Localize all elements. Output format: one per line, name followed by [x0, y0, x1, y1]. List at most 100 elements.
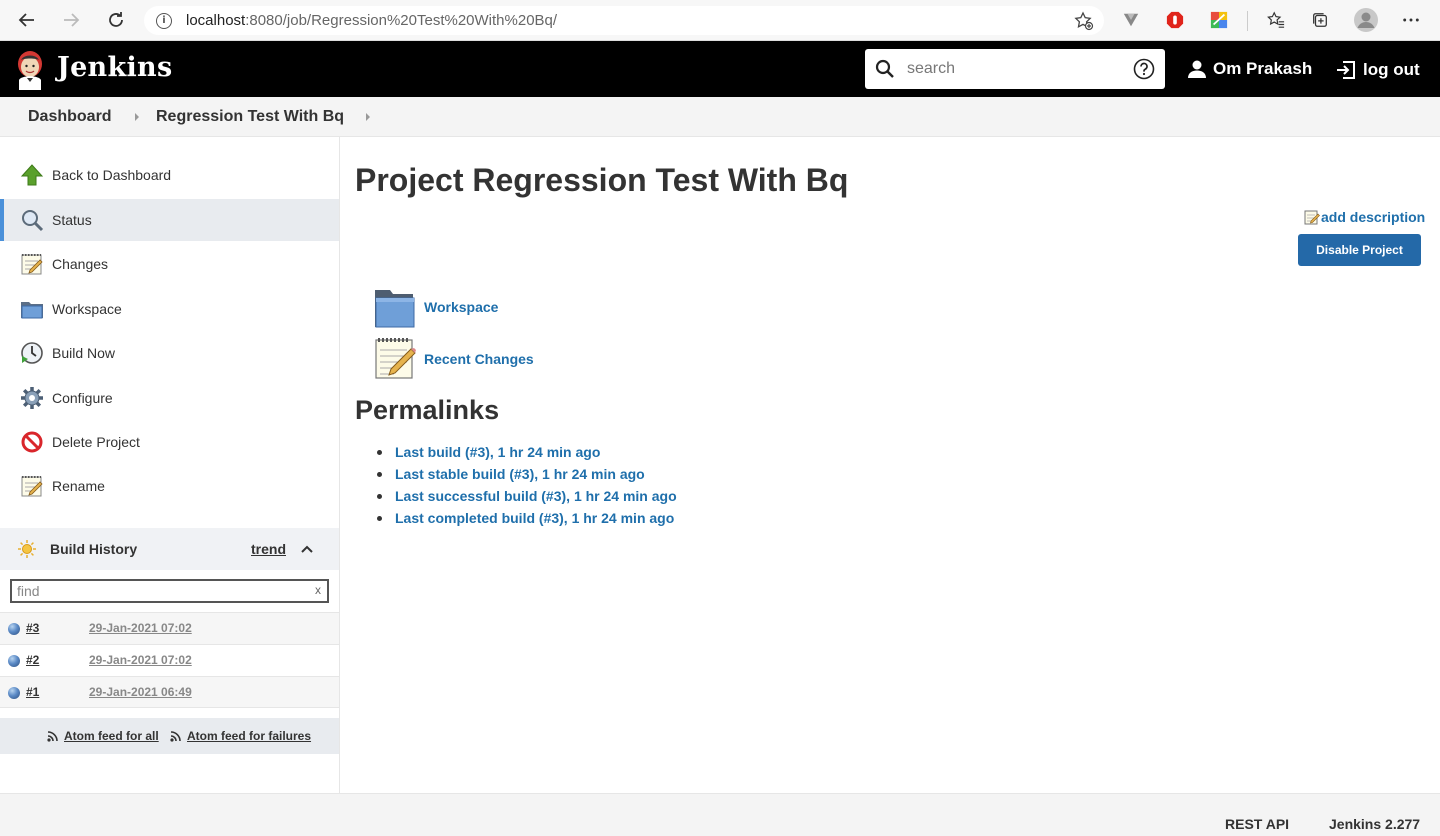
sun-icon [18, 540, 36, 558]
task-back-to-dashboard[interactable]: Back to Dashboard [0, 154, 339, 196]
gear-icon [21, 387, 43, 409]
clear-filter-button[interactable]: x [315, 583, 321, 597]
back-button[interactable] [10, 3, 44, 37]
permalink-last-build[interactable]: Last build (#3), 1 hr 24 min ago [377, 442, 677, 464]
permalink-last-completed-build[interactable]: Last completed build (#3), 1 hr 24 min a… [377, 508, 677, 530]
task-label: Delete Project [52, 434, 140, 450]
build-status-ball-icon [8, 655, 20, 667]
logout-link[interactable]: log out [1335, 59, 1420, 81]
atom-feeds: Atom feed for all Atom feed for failures [0, 718, 339, 754]
task-delete-project[interactable]: Delete Project [0, 421, 339, 463]
color-extension-icon[interactable] [1209, 10, 1229, 30]
task-label: Back to Dashboard [52, 167, 172, 183]
folder-icon [375, 290, 415, 328]
vue-extension-icon[interactable] [1121, 10, 1141, 30]
collapse-chevron-up-icon[interactable] [300, 542, 314, 556]
task-configure[interactable]: Configure [0, 377, 339, 419]
task-label: Changes [52, 256, 109, 272]
build-filter-row: x [0, 570, 339, 612]
breadcrumb-project[interactable]: Regression Test With Bq [156, 108, 344, 126]
more-menu-icon[interactable] [1401, 10, 1421, 30]
reload-button[interactable] [99, 3, 133, 37]
recent-changes-label: Recent Changes [424, 351, 534, 367]
disable-project-button[interactable]: Disable Project [1298, 234, 1421, 266]
notepad-icon [21, 476, 43, 497]
collections-icon[interactable] [1310, 10, 1330, 30]
permalink-last-stable-build[interactable]: Last stable build (#3), 1 hr 24 min ago [377, 464, 677, 486]
jenkins-logo-icon[interactable] [14, 50, 46, 90]
logout-icon [1337, 61, 1355, 79]
rss-icon [170, 731, 181, 742]
task-build-now[interactable]: Build Now [0, 332, 339, 374]
build-number-link[interactable]: #3 [26, 621, 39, 635]
recent-changes-link[interactable]: Recent Changes [373, 336, 534, 380]
build-number-link[interactable]: #2 [26, 653, 39, 667]
task-changes[interactable]: Changes [0, 243, 339, 285]
favorites-icon[interactable] [1266, 10, 1286, 30]
notepad-icon [375, 338, 416, 379]
task-label: Status [52, 212, 92, 228]
search-input[interactable] [907, 57, 1117, 81]
build-row: #2 29-Jan-2021 07:02 [0, 644, 339, 676]
build-number-link[interactable]: #1 [26, 685, 39, 699]
folder-icon [21, 302, 43, 319]
breadcrumb-chevron-icon[interactable] [366, 113, 370, 121]
task-label: Build Now [52, 345, 116, 361]
notepad-icon [21, 254, 43, 275]
clock-icon [21, 342, 43, 364]
side-panel: Back to Dashboard Status Changes Workspa… [0, 137, 340, 793]
build-row: #1 29-Jan-2021 06:49 [0, 676, 339, 708]
user-name: Om Prakash [1213, 59, 1313, 78]
build-date-link[interactable]: 29-Jan-2021 06:49 [89, 685, 192, 699]
breadcrumb-chevron-icon[interactable] [135, 113, 139, 121]
task-workspace[interactable]: Workspace [0, 288, 339, 330]
task-rename[interactable]: Rename [0, 465, 339, 507]
page-footer: REST API Jenkins 2.277 [0, 793, 1440, 836]
magnifier-icon [22, 210, 44, 232]
add-description-link[interactable]: add description [1304, 209, 1425, 225]
build-date-link[interactable]: 29-Jan-2021 07:02 [89, 621, 192, 635]
forward-arrow-icon [64, 13, 80, 27]
profile-avatar[interactable] [1354, 8, 1378, 32]
build-filter-input[interactable] [10, 579, 329, 603]
task-status[interactable]: Status [0, 199, 339, 241]
permalinks-heading: Permalinks [355, 395, 500, 425]
jenkins-version-link[interactable]: Jenkins 2.277 [1329, 816, 1420, 832]
permalink-last-successful-build[interactable]: Last successful build (#3), 1 hr 24 min … [377, 486, 677, 508]
search-box [865, 49, 1165, 89]
breadcrumb-dashboard[interactable]: Dashboard [28, 108, 112, 126]
adblock-extension-icon[interactable] [1165, 10, 1185, 30]
reload-icon [109, 12, 123, 27]
build-status-ball-icon [8, 623, 20, 635]
jenkins-brand[interactable]: Jenkins [57, 52, 172, 83]
back-arrow-icon [18, 13, 34, 27]
atom-feed-failures-link[interactable]: Atom feed for failures [187, 729, 311, 743]
user-icon [1188, 60, 1206, 78]
task-label: Workspace [52, 301, 122, 317]
permalinks-list: Last build (#3), 1 hr 24 min ago Last st… [377, 442, 677, 530]
browser-toolbar: i localhost:8080/job/Regression%20Test%2… [0, 0, 1440, 41]
trend-link[interactable]: trend [251, 541, 286, 557]
user-link[interactable]: Om Prakash [1187, 59, 1312, 79]
add-favorite-icon[interactable] [1074, 11, 1094, 31]
jenkins-header: Jenkins Om Prakash log out [0, 41, 1440, 97]
rss-icon [47, 731, 58, 742]
workspace-link[interactable]: Workspace [373, 285, 498, 329]
info-icon[interactable]: i [156, 12, 172, 29]
help-icon[interactable] [1133, 58, 1155, 80]
build-date-link[interactable]: 29-Jan-2021 07:02 [89, 653, 192, 667]
add-description-label: add description [1321, 209, 1426, 225]
build-status-ball-icon [8, 687, 20, 699]
build-row: #3 29-Jan-2021 07:02 [0, 612, 339, 644]
forward-button[interactable] [54, 3, 88, 37]
logout-label: log out [1363, 60, 1420, 79]
atom-feed-all-link[interactable]: Atom feed for all [64, 729, 159, 743]
task-label: Rename [52, 478, 105, 494]
breadcrumb: Dashboard Regression Test With Bq [0, 97, 1440, 137]
address-bar[interactable]: i localhost:8080/job/Regression%20Test%2… [144, 6, 1104, 35]
rest-api-link[interactable]: REST API [1225, 816, 1289, 832]
url-path: :8080/job/Regression%20Test%20With%20Bq/ [245, 12, 558, 29]
build-history-header: Build History trend [0, 528, 339, 570]
toolbar-divider [1247, 11, 1248, 31]
search-icon [875, 59, 894, 78]
